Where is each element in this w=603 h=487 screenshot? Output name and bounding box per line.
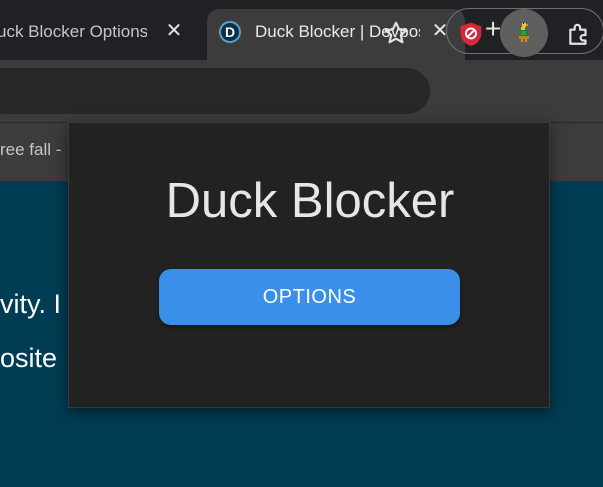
popup-title: Duck Blocker [165,174,455,228]
tab-duck-blocker-options[interactable]: uck Blocker Options ✕ [0,9,200,60]
star-icon[interactable] [383,20,409,46]
ublock-shield-icon[interactable] [458,21,484,47]
devpost-favicon-icon: D [219,21,241,43]
duck-icon[interactable] [512,21,536,45]
page-text: vity. I [0,289,62,319]
bookmark-item[interactable]: ree fall - [0,140,61,160]
close-icon[interactable]: ✕ [163,19,185,42]
duck-blocker-popup: Duck Blocker OPTIONS [68,122,550,408]
toolbar [0,60,603,122]
tab-title: uck Blocker Options [0,22,147,41]
page-text: osite [0,343,58,373]
puzzle-icon[interactable] [566,21,592,47]
options-button[interactable]: OPTIONS [159,269,460,325]
tab-devpost[interactable]: D Duck Blocker | Devpost ✕ [207,9,465,60]
address-bar[interactable] [0,68,430,114]
